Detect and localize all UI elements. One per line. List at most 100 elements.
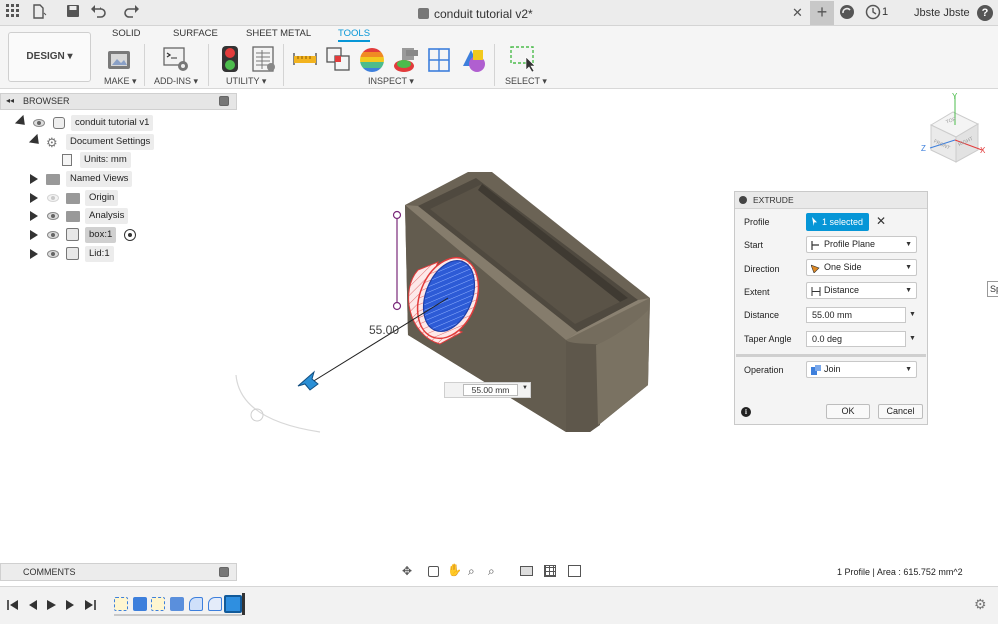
group-inspect[interactable]: INSPECT ▾ bbox=[368, 76, 414, 87]
tree-item-box[interactable]: box:1 bbox=[0, 227, 237, 243]
viewcube[interactable] bbox=[929, 96, 983, 163]
undo-icon[interactable] bbox=[90, 4, 108, 22]
visibility-eye-icon[interactable] bbox=[33, 119, 45, 127]
taper-dropdown-icon[interactable]: ▼ bbox=[909, 335, 916, 342]
visibility-eye-icon[interactable] bbox=[47, 231, 59, 239]
tree-item-analysis[interactable]: Analysis bbox=[0, 208, 237, 224]
activate-radio-icon[interactable] bbox=[124, 229, 136, 241]
timeline-fillet-icon[interactable] bbox=[189, 597, 203, 611]
file-menu-icon[interactable] bbox=[30, 4, 48, 22]
distance-input[interactable]: 55.00 mm bbox=[806, 307, 906, 323]
timeline-shell-icon[interactable] bbox=[170, 597, 184, 611]
look-at-icon[interactable] bbox=[428, 566, 439, 577]
dimension-handle[interactable] bbox=[392, 301, 402, 311]
zoom-icon[interactable]: ⌕ bbox=[468, 564, 475, 579]
close-tab-icon[interactable]: ✕ bbox=[792, 5, 803, 21]
tree-item-units[interactable]: Units: mm bbox=[0, 152, 237, 168]
tree-item-root[interactable]: conduit tutorial v1 bbox=[0, 114, 237, 131]
timeline-fillet-icon[interactable] bbox=[208, 597, 222, 611]
viewports-icon[interactable] bbox=[568, 565, 581, 577]
cancel-button[interactable]: Cancel bbox=[878, 404, 923, 419]
user-name[interactable]: Jbste Jbste bbox=[914, 7, 970, 19]
dimension-text[interactable]: 55.00 bbox=[369, 323, 399, 337]
expand-right-icon[interactable] bbox=[30, 174, 38, 184]
go-to-start-icon[interactable] bbox=[7, 599, 19, 611]
design-check-icon[interactable] bbox=[219, 45, 245, 72]
measure-icon[interactable] bbox=[292, 48, 318, 74]
collapse-icon[interactable]: ◂◂ bbox=[6, 96, 14, 105]
tree-item-origin[interactable]: Origin bbox=[0, 190, 237, 206]
new-tab-button[interactable]: + bbox=[810, 1, 834, 25]
distance-manipulator-input[interactable]: 55.00 mm bbox=[463, 384, 518, 396]
step-back-icon[interactable] bbox=[27, 599, 39, 611]
extent-select[interactable]: Distance ▼ bbox=[806, 282, 917, 299]
timeline-sketch-icon[interactable] bbox=[151, 597, 165, 611]
pin-icon[interactable] bbox=[219, 567, 229, 577]
tab-surface[interactable]: SURFACE bbox=[173, 28, 218, 39]
expand-right-icon[interactable] bbox=[30, 193, 38, 203]
expand-down-icon[interactable] bbox=[14, 114, 30, 130]
parameters-table-icon[interactable] bbox=[251, 45, 277, 72]
job-status-icon[interactable] bbox=[864, 4, 882, 22]
comments-panel[interactable]: COMMENTS bbox=[0, 563, 237, 581]
distance-manipulator[interactable]: 55.00 mm ▼ bbox=[444, 382, 531, 398]
tree-item-named-views[interactable]: Named Views bbox=[0, 171, 237, 187]
expand-right-icon[interactable] bbox=[30, 230, 38, 240]
group-utility[interactable]: UTILITY ▾ bbox=[226, 76, 266, 87]
start-select[interactable]: Profile Plane ▼ bbox=[806, 236, 917, 253]
distance-dropdown-icon[interactable]: ▼ bbox=[909, 311, 916, 318]
timeline-sketch-icon[interactable] bbox=[114, 597, 128, 611]
zoom-window-icon[interactable]: ⌕ bbox=[488, 564, 495, 579]
dimension-handle[interactable] bbox=[392, 210, 402, 220]
timeline-active-extrude-icon[interactable] bbox=[224, 595, 242, 613]
select-window-icon[interactable] bbox=[509, 45, 536, 73]
operation-select[interactable]: Join ▼ bbox=[806, 361, 917, 378]
display-settings-icon[interactable] bbox=[520, 566, 533, 576]
visibility-eye-icon[interactable] bbox=[47, 194, 59, 202]
scripts-addins-icon[interactable] bbox=[162, 46, 188, 72]
curvature-analysis-icon[interactable] bbox=[459, 46, 485, 72]
data-sync-icon[interactable] bbox=[838, 4, 856, 22]
taper-angle-input[interactable]: 0.0 deg bbox=[806, 331, 906, 347]
document-tab[interactable]: conduit tutorial v2* bbox=[418, 4, 533, 24]
section-analysis-icon[interactable] bbox=[426, 46, 452, 72]
tab-solid[interactable]: SOLID bbox=[112, 28, 141, 39]
go-to-end-icon[interactable] bbox=[84, 599, 96, 611]
tab-tools[interactable]: TOOLS bbox=[338, 28, 371, 42]
grid-settings-icon[interactable] bbox=[544, 565, 556, 577]
browser-header[interactable]: ◂◂ BROWSER bbox=[0, 93, 237, 110]
pan-hand-icon[interactable]: ✋ bbox=[447, 563, 462, 577]
timeline-settings-gear-icon[interactable]: ⚙ bbox=[974, 596, 987, 613]
ok-button[interactable]: OK bbox=[826, 404, 870, 419]
group-make[interactable]: MAKE ▾ bbox=[104, 76, 137, 87]
visibility-eye-icon[interactable] bbox=[47, 250, 59, 258]
chevron-down-icon[interactable]: ▼ bbox=[522, 385, 528, 391]
redo-icon[interactable] bbox=[122, 4, 140, 22]
tab-sheet-metal[interactable]: SHEET METAL bbox=[246, 28, 311, 39]
play-icon[interactable] bbox=[45, 599, 57, 611]
draft-analysis-icon[interactable] bbox=[392, 46, 418, 72]
apps-grid-icon[interactable] bbox=[4, 4, 22, 22]
interference-icon[interactable] bbox=[325, 46, 351, 72]
expand-down-icon[interactable] bbox=[28, 133, 44, 149]
timeline-extrude-icon[interactable] bbox=[133, 597, 147, 611]
save-icon[interactable] bbox=[64, 4, 82, 22]
minimize-icon[interactable] bbox=[739, 196, 747, 204]
clear-selection-icon[interactable]: ✕ bbox=[876, 214, 886, 228]
extrude-drag-arrow-icon[interactable] bbox=[297, 370, 319, 391]
tree-item-document-settings[interactable]: ⚙ Document Settings bbox=[0, 133, 237, 150]
orbit-icon[interactable]: ✥ bbox=[402, 564, 412, 578]
group-select[interactable]: SELECT ▾ bbox=[505, 76, 547, 87]
tree-item-lid[interactable]: Lid:1 bbox=[0, 246, 237, 262]
group-add-ins[interactable]: ADD-INS ▾ bbox=[154, 76, 198, 87]
extrude-dialog-header[interactable]: EXTRUDE bbox=[735, 192, 927, 209]
zebra-analysis-icon[interactable] bbox=[358, 46, 384, 72]
direction-select[interactable]: One Side ▼ bbox=[806, 259, 917, 276]
3d-print-icon[interactable] bbox=[106, 47, 132, 73]
side-panel-tab[interactable]: Sp bbox=[987, 281, 998, 297]
expand-right-icon[interactable] bbox=[30, 249, 38, 259]
help-icon[interactable]: ? bbox=[977, 5, 993, 21]
workspace-switcher[interactable]: DESIGN ▾ bbox=[8, 32, 91, 82]
profile-selection-button[interactable]: 1 selected bbox=[806, 213, 869, 231]
pin-icon[interactable] bbox=[219, 96, 229, 106]
